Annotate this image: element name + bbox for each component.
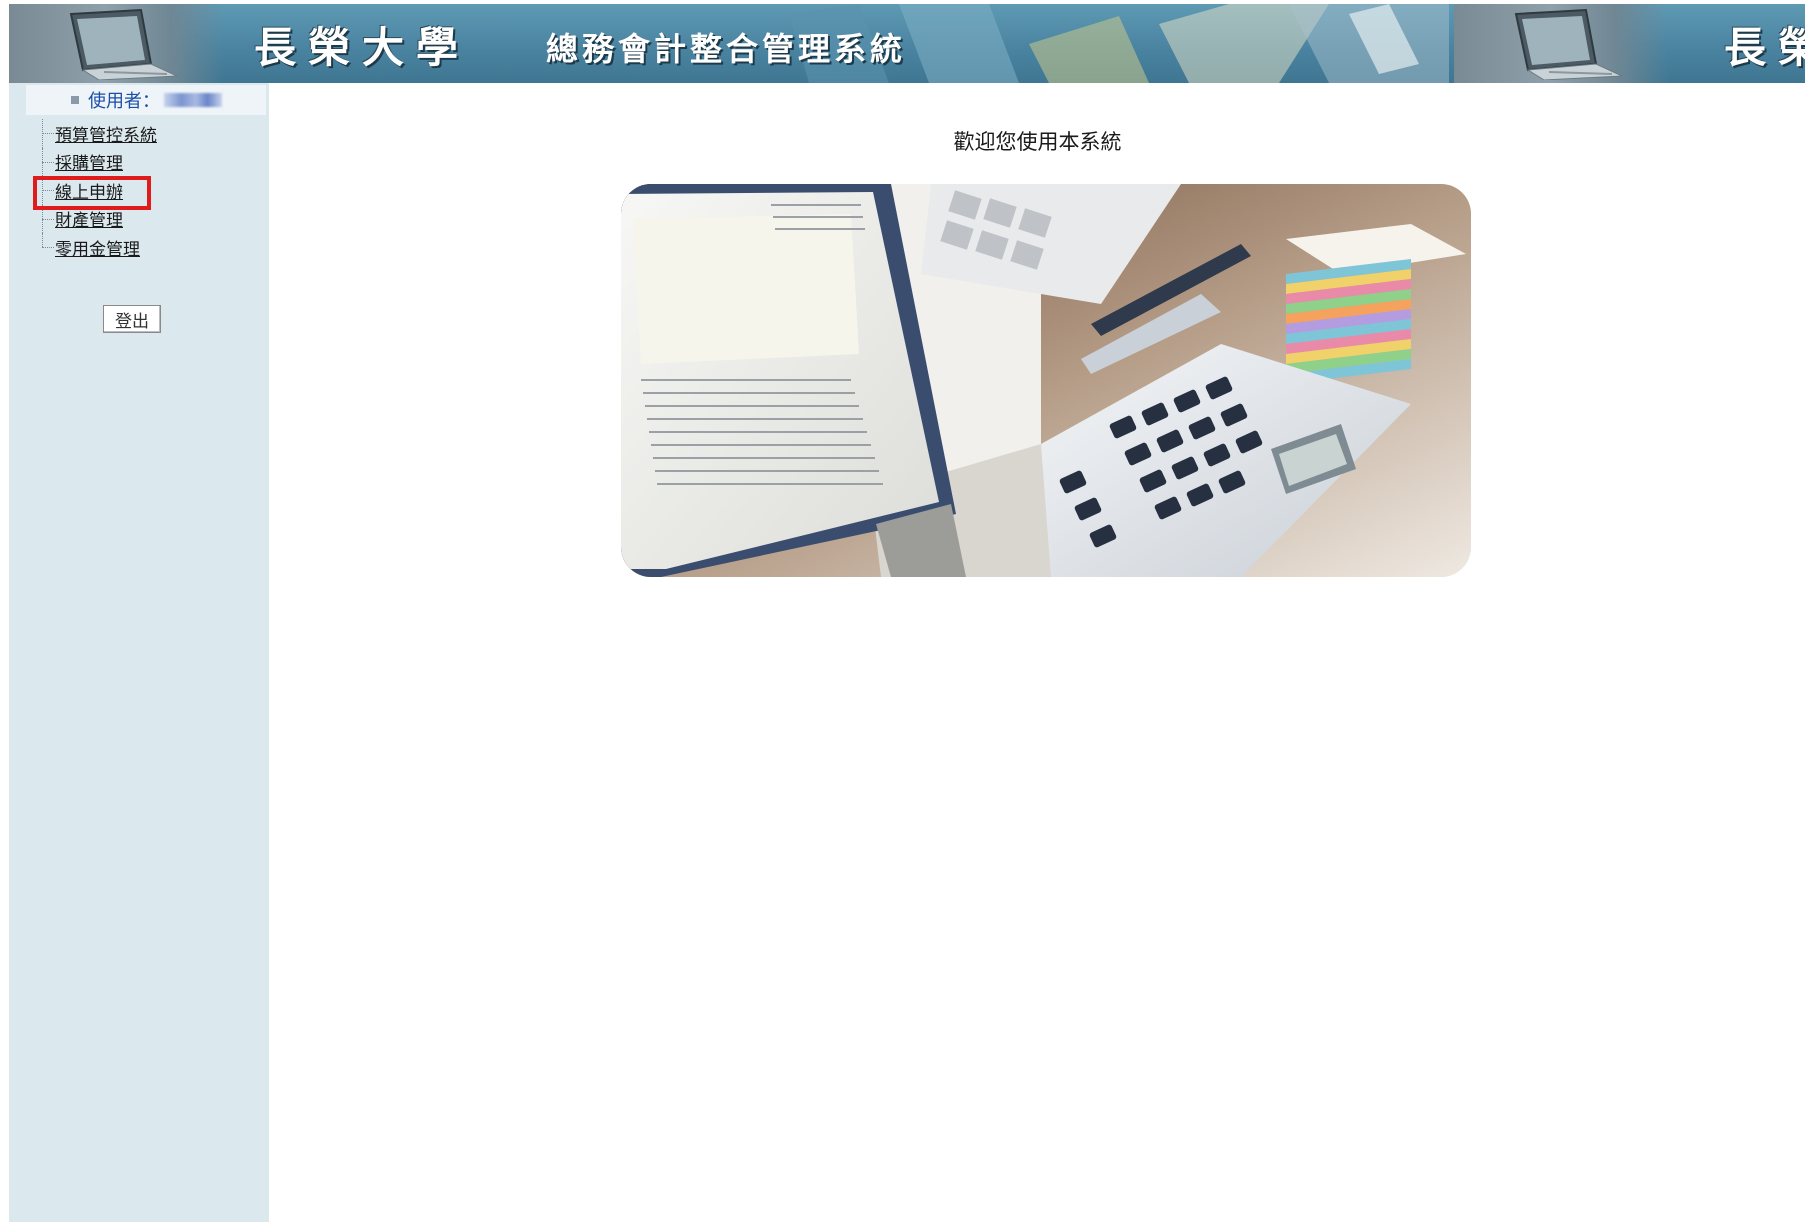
menu-item-property: 財產管理 — [35, 204, 265, 233]
bullet-icon — [71, 96, 79, 104]
banner-system-name: 總務會計整合管理系統 — [546, 30, 907, 68]
laptop-icon — [1514, 8, 1623, 80]
menu-item-online-application: 線上申辦 — [35, 176, 265, 205]
banner-school-name-repeat: 長榮 — [1724, 23, 1805, 72]
menu-link-online-application[interactable]: 線上申辦 — [55, 178, 123, 203]
header-banner: 長榮大學 總務會計整合管理系統 長榮 — [9, 4, 1805, 83]
hero-image — [621, 184, 1471, 577]
logout-button[interactable]: 登出 — [103, 305, 161, 333]
calculator-documents-photo — [621, 184, 1471, 577]
user-label: 使用者： — [88, 91, 160, 112]
user-name-redacted — [164, 93, 222, 107]
welcome-message: 歡迎您使用本系統 — [953, 130, 1122, 154]
menu-link-petty-cash[interactable]: 零用金管理 — [55, 235, 140, 260]
menu-item-budget: 預算管控系統 — [35, 119, 265, 148]
banner-school-name: 長榮大學 — [254, 23, 471, 72]
menu-link-budget-control[interactable]: 預算管控系統 — [55, 121, 157, 146]
page: 長榮大學 總務會計整合管理系統 長榮 使用者： 預算管控系統 — [0, 0, 1805, 1222]
menu-link-procurement[interactable]: 採購管理 — [55, 149, 123, 174]
banner-segment-repeat: 長榮 — [1454, 4, 1805, 83]
user-info: 使用者： — [26, 85, 266, 115]
sidebar: 使用者： 預算管控系統 採購管理 線上申辦 財產管理 零用金管理 登出 — [9, 83, 269, 1222]
menu-item-petty-cash: 零用金管理 — [35, 233, 265, 262]
laptop-icon — [69, 8, 178, 80]
menu-item-procurement: 採購管理 — [35, 147, 265, 176]
menu-tree: 預算管控系統 採購管理 線上申辦 財產管理 零用金管理 — [35, 119, 265, 262]
banner-segment: 長榮大學 總務會計整合管理系統 — [9, 4, 1454, 83]
menu-link-property-management[interactable]: 財產管理 — [55, 206, 123, 231]
